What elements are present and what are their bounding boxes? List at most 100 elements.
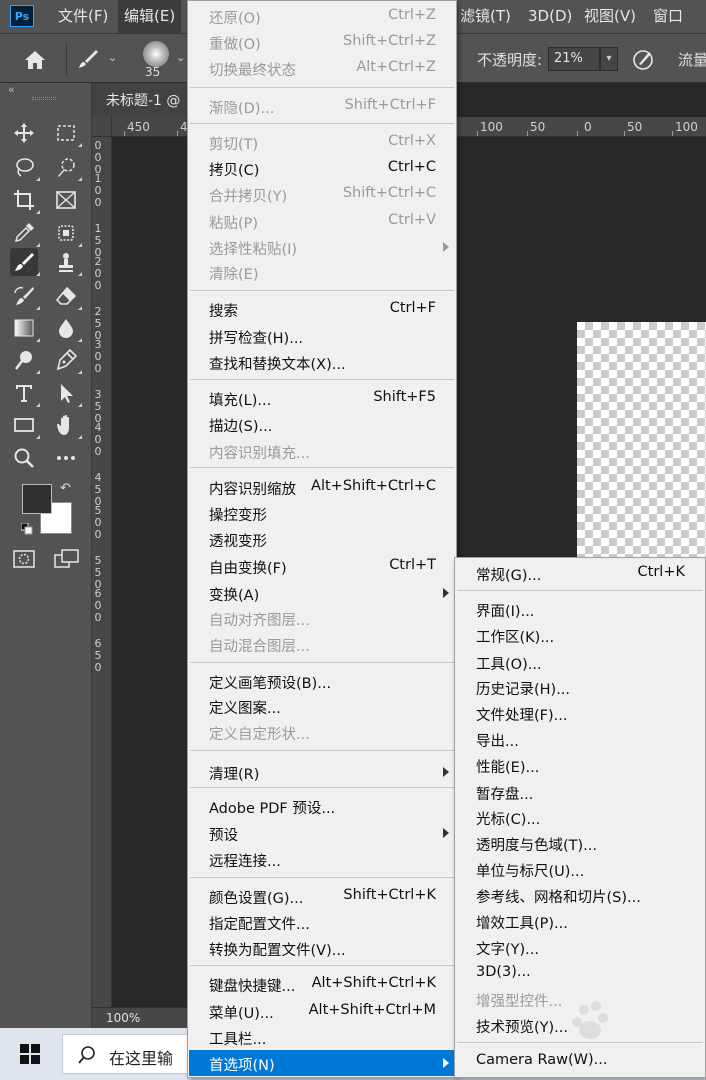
- pressure-opacity-icon[interactable]: [630, 46, 656, 72]
- preferences-menu-item-label: 暂存盘...: [476, 787, 534, 803]
- collapse-panel-icon[interactable]: «: [8, 83, 15, 96]
- preferences-menu-item[interactable]: 参考线、网格和切片(S)...: [456, 882, 704, 908]
- edit-menu-item[interactable]: 指定配置文件...: [189, 909, 455, 935]
- preferences-menu-item[interactable]: 界面(I)...: [456, 596, 704, 622]
- lasso-tool-icon[interactable]: [10, 153, 40, 181]
- edit-menu-item[interactable]: 搜索 Ctrl+F: [189, 296, 455, 322]
- type-tool-icon[interactable]: [10, 379, 40, 407]
- edit-menu-item-label: 定义画笔预设(B)...: [209, 676, 332, 692]
- preferences-menu-item[interactable]: 单位与标尺(U)...: [456, 856, 704, 882]
- zoom-tool-icon[interactable]: [10, 444, 38, 472]
- menu-edit[interactable]: 编辑(E): [118, 0, 182, 33]
- preferences-menu-item[interactable]: 3D(3)...: [456, 960, 704, 986]
- brush-size-chevron-icon[interactable]: ⌄: [176, 51, 185, 64]
- screen-mode-icon[interactable]: [54, 549, 80, 569]
- foreground-color-swatch[interactable]: [22, 484, 52, 514]
- edit-menu-item[interactable]: 拷贝(C) Ctrl+C: [189, 155, 455, 181]
- edit-menu-item[interactable]: 清理(R): [189, 759, 455, 785]
- home-icon[interactable]: [22, 48, 48, 72]
- preferences-menu-item[interactable]: 文字(Y)...: [456, 934, 704, 960]
- brush-tool-icon[interactable]: [10, 248, 40, 276]
- edit-menu-item[interactable]: 操控变形: [189, 500, 455, 526]
- edit-menu-item[interactable]: 转换为配置文件(V)...: [189, 935, 455, 961]
- vertical-ruler[interactable]: 000100150200250300350400450500550600650: [92, 137, 112, 1007]
- edit-menu-item[interactable]: 描边(S)...: [189, 411, 455, 437]
- edit-menu-item[interactable]: 颜色设置(G)... Shift+Ctrl+K: [189, 883, 455, 909]
- marquee-tool-icon[interactable]: [52, 119, 82, 147]
- zoom-level[interactable]: 100%: [106, 1011, 140, 1025]
- brush-tool-preset-icon[interactable]: [76, 47, 100, 71]
- move-tool-icon[interactable]: [10, 119, 38, 147]
- edit-menu-item[interactable]: 变换(A): [189, 580, 455, 606]
- edit-menu-item[interactable]: 键盘快捷键... Alt+Shift+Ctrl+K: [189, 971, 455, 997]
- quick-selection-tool-icon[interactable]: [52, 153, 82, 181]
- preferences-menu-item[interactable]: 工具(O)...: [456, 649, 704, 675]
- opacity-input[interactable]: 21%: [548, 47, 600, 71]
- panel-grip[interactable]: [32, 97, 56, 100]
- preferences-menu-item[interactable]: 文件处理(F)...: [456, 700, 704, 726]
- edit-menu-item[interactable]: 查找和替换文本(X)...: [189, 349, 455, 375]
- swap-colors-icon[interactable]: ↶: [60, 481, 71, 496]
- crop-tool-icon[interactable]: [10, 186, 40, 214]
- eraser-tool-icon[interactable]: [52, 282, 82, 310]
- edit-menu-item[interactable]: 填充(L)... Shift+F5: [189, 385, 455, 411]
- menu-3d[interactable]: 3D(D): [522, 0, 578, 33]
- ruler-corner[interactable]: [92, 117, 112, 137]
- edit-menu-item[interactable]: 拼写检查(H)...: [189, 323, 455, 349]
- quick-mask-icon[interactable]: [12, 549, 36, 569]
- ruler-tick: [177, 131, 178, 136]
- submenu-arrow-icon: [443, 588, 449, 598]
- default-colors-icon[interactable]: [21, 523, 33, 535]
- edit-menu-item[interactable]: 定义画笔预设(B)...: [189, 668, 455, 694]
- edit-menu-item[interactable]: 定义图案...: [189, 693, 455, 719]
- pen-tool-icon[interactable]: [52, 346, 82, 374]
- preferences-menu-item[interactable]: 暂存盘...: [456, 779, 704, 805]
- eyedropper-tool-icon[interactable]: [10, 219, 40, 247]
- preferences-menu-item[interactable]: 工作区(K)...: [456, 622, 704, 648]
- edit-menu-item[interactable]: 菜单(U)... Alt+Shift+Ctrl+M: [189, 998, 455, 1024]
- edit-menu-item[interactable]: 预设: [189, 820, 455, 846]
- preferences-menu-item[interactable]: 导出...: [456, 726, 704, 752]
- history-brush-tool-icon[interactable]: [10, 282, 40, 310]
- preferences-menu-item[interactable]: Camera Raw(W)...: [456, 1048, 704, 1074]
- edit-menu-item: 合并拷贝(Y) Shift+Ctrl+C: [189, 181, 455, 207]
- frame-tool-icon[interactable]: [52, 186, 80, 214]
- edit-menu-item-shortcut: Shift+Ctrl+Z: [343, 33, 436, 49]
- more-tools-icon[interactable]: [52, 444, 80, 472]
- menu-filter[interactable]: 滤镜(T): [454, 0, 517, 33]
- rectangle-tool-icon[interactable]: [10, 411, 40, 439]
- edit-menu-item-label: 变换(A): [209, 588, 260, 604]
- opacity-dropdown-icon[interactable]: ▾: [600, 47, 618, 71]
- preferences-menu-separator: [457, 590, 703, 591]
- brush-preview-icon[interactable]: [143, 41, 169, 67]
- preferences-menu-item[interactable]: 常规(G)... Ctrl+K: [456, 560, 704, 586]
- dodge-tool-icon[interactable]: [10, 346, 40, 374]
- edit-menu-item[interactable]: 远程连接...: [189, 846, 455, 872]
- menu-view[interactable]: 视图(V): [578, 0, 642, 33]
- hand-tool-icon[interactable]: [52, 411, 82, 439]
- edit-menu-item[interactable]: 自由变换(F) Ctrl+T: [189, 553, 455, 579]
- menu-window[interactable]: 窗口: [647, 0, 689, 33]
- preferences-menu-item[interactable]: 光标(C)...: [456, 804, 704, 830]
- gradient-tool-icon[interactable]: [10, 314, 40, 342]
- edit-menu-item[interactable]: 透视变形: [189, 526, 455, 552]
- blur-tool-icon[interactable]: [52, 314, 82, 342]
- document-tab[interactable]: 未标题-1 @: [92, 83, 192, 117]
- edit-menu-item[interactable]: 内容识别缩放 Alt+Shift+Ctrl+C: [189, 474, 455, 500]
- preferences-menu-item[interactable]: 增效工具(P)...: [456, 908, 704, 934]
- windows-start-icon[interactable]: [20, 1044, 40, 1064]
- menu-file[interactable]: 文件(F): [52, 0, 114, 33]
- brush-preset-chevron-icon[interactable]: ⌄: [108, 51, 117, 64]
- edit-menu-item[interactable]: 工具栏...: [189, 1024, 455, 1050]
- edit-menu-item[interactable]: Adobe PDF 预设...: [189, 793, 455, 819]
- preferences-menu-item[interactable]: 技术预览(Y)...: [456, 1012, 704, 1038]
- preferences-menu-item[interactable]: 性能(E)...: [456, 752, 704, 778]
- clone-stamp-tool-icon[interactable]: [52, 248, 82, 276]
- ruler-tick: [124, 131, 125, 136]
- preferences-menu-item[interactable]: 历史记录(H)...: [456, 674, 704, 700]
- path-selection-tool-icon[interactable]: [52, 379, 82, 407]
- edit-menu-item[interactable]: 首选项(N): [189, 1050, 455, 1076]
- healing-brush-tool-icon[interactable]: [52, 219, 82, 247]
- edit-menu-separator: [190, 750, 454, 751]
- preferences-menu-item[interactable]: 透明度与色域(T)...: [456, 830, 704, 856]
